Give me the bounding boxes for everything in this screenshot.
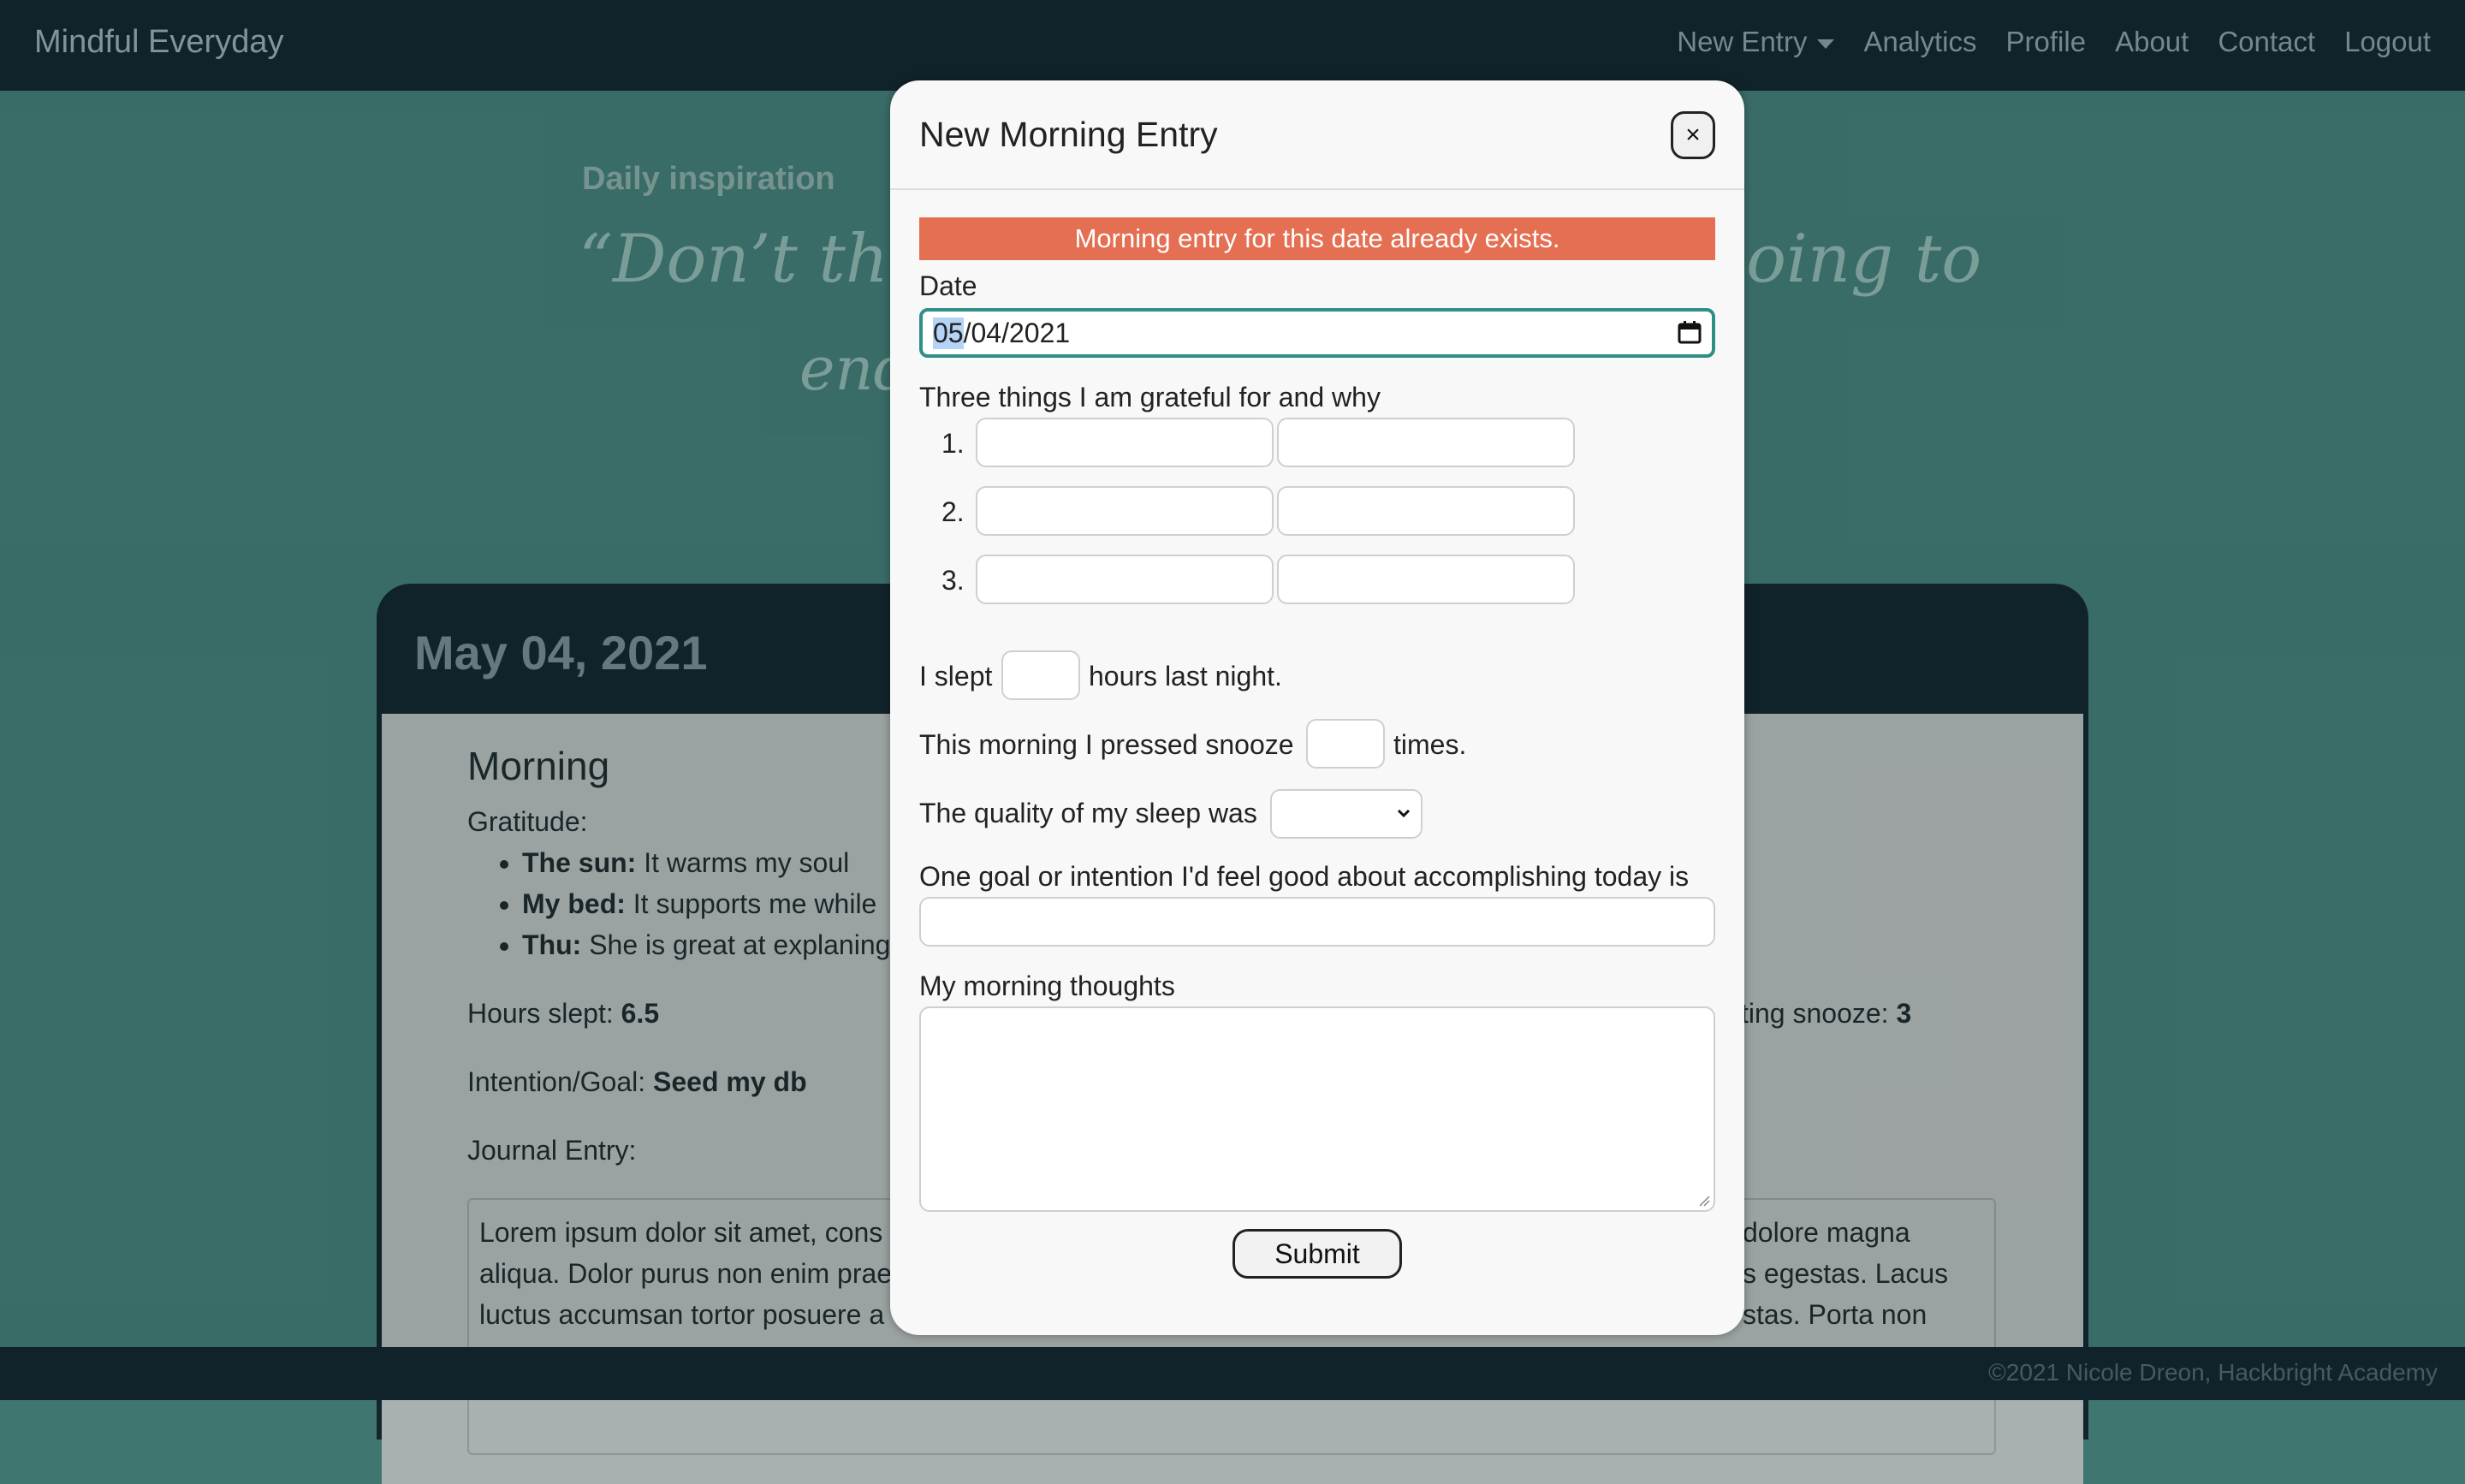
close-icon: × — [1685, 121, 1701, 149]
snooze-count-input[interactable] — [1306, 719, 1385, 769]
date-input[interactable]: 05/04/2021 — [919, 308, 1715, 358]
goal-label: One goal or intention I'd feel good abou… — [919, 861, 1690, 892]
thoughts-label: My morning thoughts — [919, 971, 1175, 1001]
hours-slept-input[interactable] — [1001, 650, 1080, 700]
slept-suffix: hours last night. — [1089, 661, 1282, 692]
modal-title: New Morning Entry — [919, 115, 1218, 154]
close-button[interactable]: × — [1671, 111, 1715, 159]
row-number: 2. — [941, 496, 965, 527]
grateful-reason-2-input[interactable] — [1277, 486, 1575, 536]
snooze-suffix: times. — [1393, 729, 1467, 760]
grateful-item-2-input[interactable] — [976, 486, 1274, 536]
new-entry-modal: New Morning Entry × Morning entry for th… — [890, 80, 1744, 1335]
resize-handle-icon[interactable] — [1698, 1195, 1710, 1207]
grateful-reason-3-input[interactable] — [1277, 555, 1575, 604]
date-label: Date — [919, 270, 977, 301]
calendar-icon[interactable] — [1678, 320, 1702, 344]
date-rest: /04/2021 — [963, 317, 1071, 348]
submit-button[interactable]: Submit — [1232, 1229, 1402, 1279]
date-month-segment: 05 — [933, 317, 964, 349]
chevron-down-icon — [1397, 809, 1411, 818]
morning-thoughts-textarea[interactable] — [919, 1006, 1715, 1212]
goal-input[interactable] — [919, 897, 1715, 947]
grateful-label: Three things I am grateful for and why — [919, 382, 1381, 413]
grateful-item-3-input[interactable] — [976, 555, 1274, 604]
grateful-reason-1-input[interactable] — [1277, 418, 1575, 467]
sleep-quality-select[interactable] — [1270, 789, 1423, 839]
divider — [890, 188, 1744, 190]
slept-prefix: I slept — [919, 661, 993, 692]
row-number: 1. — [941, 428, 965, 459]
snooze-prefix: This morning I pressed snooze — [919, 729, 1294, 760]
row-number: 3. — [941, 565, 965, 596]
quality-label: The quality of my sleep was — [919, 798, 1257, 828]
error-alert: Morning entry for this date already exis… — [919, 217, 1715, 260]
grateful-item-1-input[interactable] — [976, 418, 1274, 467]
